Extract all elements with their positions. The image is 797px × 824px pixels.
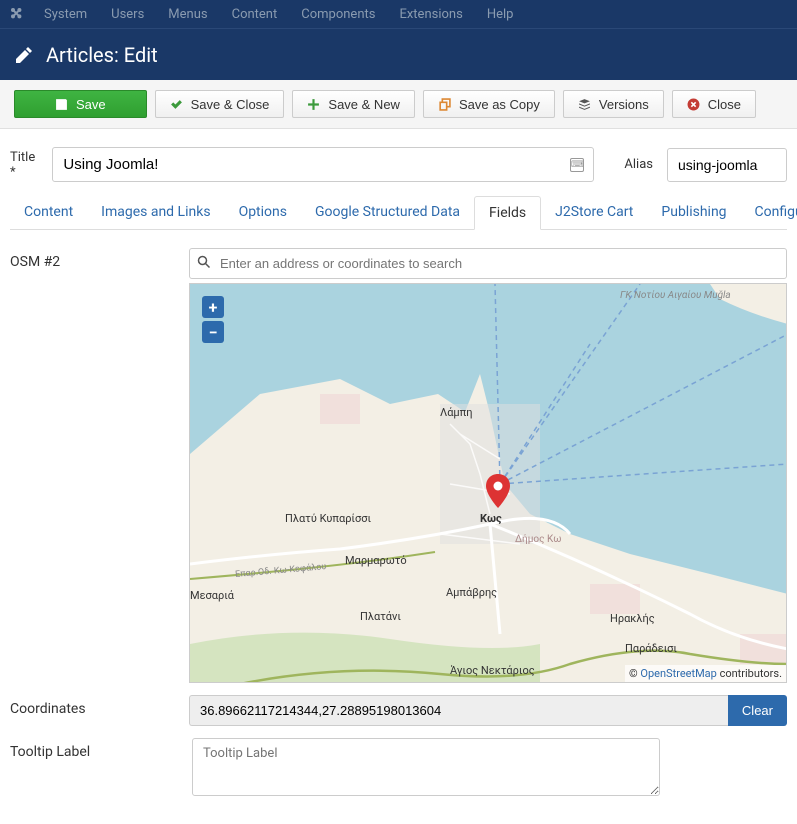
versions-button[interactable]: Versions xyxy=(563,90,664,118)
map-label-dimos-ko: Δήμος Κω xyxy=(515,534,561,545)
map-label-paradeisi: Παράδεισι xyxy=(625,642,677,655)
map-label-iraklis: Ηρακλής xyxy=(610,612,655,625)
attr-prefix: © xyxy=(629,667,640,680)
pencil-icon xyxy=(14,45,34,65)
tab-fields[interactable]: Fields xyxy=(474,196,541,230)
search-wrapper xyxy=(189,248,787,279)
alias-input[interactable] xyxy=(667,148,787,182)
plus-icon xyxy=(307,98,320,111)
zoom-out-button[interactable]: − xyxy=(202,321,224,343)
save-close-button[interactable]: Save & Close xyxy=(155,90,285,118)
tab-publishing[interactable]: Publishing xyxy=(647,196,740,229)
coordinates-label: Coordinates xyxy=(10,695,189,717)
tab-configure-editor[interactable]: Configure Ed xyxy=(741,196,797,229)
save-copy-label: Save as Copy xyxy=(459,97,540,112)
top-nav: System Users Menus Content Components Ex… xyxy=(0,0,797,28)
clear-button[interactable]: Clear xyxy=(728,695,787,726)
map-label-agios-nektarios: Άγιος Νεκτάριος xyxy=(450,664,535,677)
tab-j2store-cart[interactable]: J2Store Cart xyxy=(541,196,647,229)
osm-field-row: OSM #2 xyxy=(10,248,787,683)
nav-help[interactable]: Help xyxy=(477,3,524,26)
title-label: Title * xyxy=(10,150,38,180)
tab-content[interactable]: Content xyxy=(10,196,87,229)
joomla-icon xyxy=(8,6,24,22)
apply-icon xyxy=(55,98,68,111)
map-label-kos: Κως xyxy=(480,512,502,525)
page-header: Articles: Edit xyxy=(0,28,797,80)
map[interactable]: ΓΚ Nοτίου Αιγαίου Muğla Λάμπη Πλατύ Κυπα… xyxy=(189,283,787,683)
tabs: Content Images and Links Options Google … xyxy=(10,196,787,230)
map-label-marmaroto: Μαρμαρωτό xyxy=(345,554,407,567)
map-search-input[interactable] xyxy=(189,248,787,279)
map-label-amparis: Αμπάβρης xyxy=(446,586,497,599)
nav-content[interactable]: Content xyxy=(222,3,288,26)
nav-extensions[interactable]: Extensions xyxy=(389,3,472,26)
stack-icon xyxy=(578,98,591,111)
tab-google-structured-data[interactable]: Google Structured Data xyxy=(301,196,474,229)
check-icon xyxy=(170,98,183,111)
fields-panel: OSM #2 xyxy=(0,230,797,822)
versions-label: Versions xyxy=(599,97,649,112)
copy-icon xyxy=(438,98,451,111)
save-label: Save xyxy=(76,97,106,112)
map-label-platani: Πλατάνι xyxy=(360,610,401,623)
title-input[interactable] xyxy=(52,147,594,182)
save-close-label: Save & Close xyxy=(191,97,270,112)
cancel-icon xyxy=(687,98,700,111)
map-marker-icon[interactable] xyxy=(486,474,510,508)
tab-images-links[interactable]: Images and Links xyxy=(87,196,224,229)
coordinates-input xyxy=(189,695,728,726)
save-new-label: Save & New xyxy=(328,97,400,112)
map-label-turkish-coast: ΓΚ Nοτίου Αιγαίου Muğla xyxy=(620,290,731,301)
coordinates-row: Coordinates Clear xyxy=(10,695,787,726)
tooltip-row: Tooltip Label xyxy=(10,738,787,800)
tab-options[interactable]: Options xyxy=(225,196,301,229)
search-icon xyxy=(197,255,211,269)
nav-users[interactable]: Users xyxy=(101,3,154,26)
nav-menus[interactable]: Menus xyxy=(158,3,217,26)
zoom-in-button[interactable]: + xyxy=(202,296,224,318)
map-label-lampi: Λάμπη xyxy=(440,406,472,419)
save-button[interactable]: Save xyxy=(14,90,147,118)
save-new-button[interactable]: Save & New xyxy=(292,90,415,118)
tooltip-textarea[interactable] xyxy=(192,738,660,796)
zoom-controls: + − xyxy=(202,296,224,346)
save-copy-button[interactable]: Save as Copy xyxy=(423,90,555,118)
tooltip-label: Tooltip Label xyxy=(10,738,192,760)
map-attribution: © OpenStreetMap contributors. xyxy=(625,665,786,682)
nav-components[interactable]: Components xyxy=(291,3,385,26)
page-title: Articles: Edit xyxy=(46,43,158,67)
toolbar: Save Save & Close Save & New Save as Cop… xyxy=(0,80,797,129)
osm-link[interactable]: OpenStreetMap xyxy=(640,667,716,680)
keyboard-hint-icon: ⌨ xyxy=(570,158,584,172)
osm-label: OSM #2 xyxy=(10,248,189,270)
alias-label: Alias xyxy=(624,157,653,172)
nav-system[interactable]: System xyxy=(34,3,97,26)
map-label-mesaria: Μεσαριά xyxy=(190,589,234,602)
map-label-platy-kyparissi: Πλατύ Κυπαρίσσι xyxy=(285,512,371,525)
attr-suffix: contributors. xyxy=(717,667,782,680)
close-label: Close xyxy=(708,97,741,112)
close-button[interactable]: Close xyxy=(672,90,756,118)
title-row: Title * ⌨ Alias xyxy=(0,129,797,196)
